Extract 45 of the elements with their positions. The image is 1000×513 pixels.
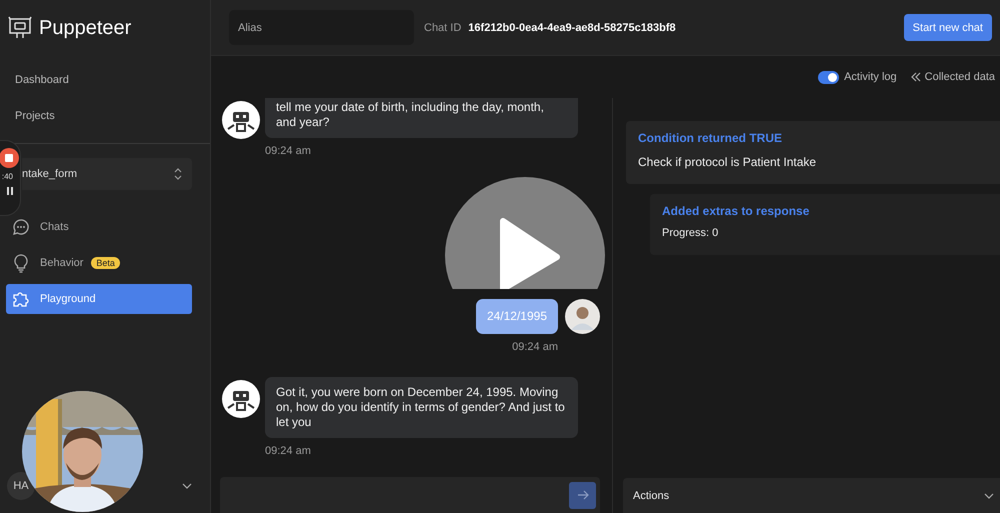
play-button[interactable] — [445, 177, 605, 289]
message-time: 09:24 am — [265, 445, 312, 457]
arrow-right-icon — [576, 490, 588, 500]
robot-logo-icon — [7, 15, 33, 41]
chevron-down-icon — [984, 492, 994, 498]
new-chat-button[interactable]: Start new chat — [904, 14, 992, 41]
brand-name: Puppeteer — [39, 16, 132, 40]
pause-icon[interactable] — [7, 187, 13, 195]
robot-avatar-icon — [222, 380, 260, 418]
alias-field[interactable]: Alias — [229, 10, 414, 45]
message-time: 09:24 am — [512, 341, 558, 353]
message-input[interactable] — [220, 477, 600, 513]
robot-avatar-icon — [222, 101, 260, 139]
message-bubble: Got it, you were born on December 24, 1995. Moving on, how do you identify in terms of gender? And just to let you — [265, 377, 578, 438]
actions-dropdown[interactable]: Actions — [623, 478, 1000, 513]
menu-item[interactable]: Playground — [6, 284, 192, 314]
menu-item[interactable]: Behavior Beta — [6, 248, 192, 278]
project-select[interactable]: ntake_form — [22, 158, 192, 190]
send-button[interactable] — [569, 482, 596, 508]
beta-badge: Beta — [91, 257, 120, 269]
user-avatar-icon — [565, 299, 600, 334]
chevron-down-icon[interactable] — [182, 483, 192, 489]
activity-text: Progress: 0 — [662, 227, 720, 239]
nav-link[interactable]: Projects — [0, 98, 55, 134]
menu-item[interactable]: Chats — [6, 212, 192, 242]
stop-button[interactable] — [0, 148, 19, 168]
chat-id-label: Chat ID — [424, 22, 462, 34]
nav-link[interactable]: Dashboard — [0, 62, 69, 98]
activity-text: Check if protocol is Patient Intake — [638, 155, 818, 169]
message-bubble: 24/12/1995 — [476, 299, 558, 334]
activity-title: Condition returned TRUE — [638, 131, 783, 145]
chat-id-value: 16f212b0-0ea4-4ea9-ae8d-58275c183bf8 — [468, 22, 676, 34]
collected-data-link[interactable]: Collected data — [910, 71, 995, 83]
message-time: 09:24 am — [265, 145, 312, 157]
chat-bubble-icon — [12, 218, 30, 236]
puzzle-icon — [12, 290, 30, 308]
activity-title: Added extras to response — [662, 204, 810, 218]
message-bubble: tell me your date of birth, including the day, month, and year? — [265, 98, 578, 138]
user-avatar[interactable]: HA — [7, 472, 35, 500]
toggle-label: Activity log — [844, 71, 897, 83]
recording-time: :40 — [2, 172, 13, 181]
toggle-switch[interactable] — [818, 70, 840, 84]
double-chevron-left-icon — [910, 72, 921, 82]
lightbulb-icon — [12, 253, 30, 273]
updown-chevron-icon — [174, 168, 182, 180]
